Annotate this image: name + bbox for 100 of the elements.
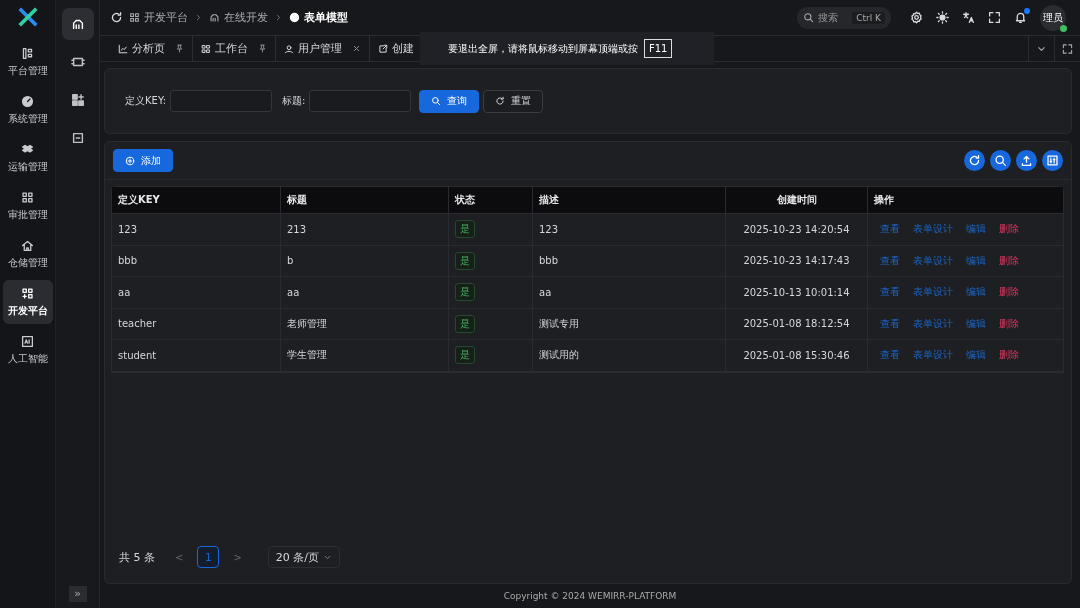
search-button[interactable] (990, 150, 1011, 171)
tab[interactable]: 分析页 (110, 36, 193, 61)
avatar[interactable]: 理员 (1040, 4, 1066, 31)
add-button[interactable]: 添加 (113, 149, 173, 172)
table-cell: 2025-10-23 14:17:43 (726, 245, 868, 276)
upload-icon (1020, 154, 1033, 167)
status-tag: 是 (455, 220, 475, 239)
columns-button[interactable] (1042, 150, 1063, 171)
chevron-right-icon (274, 13, 283, 22)
settings-icon[interactable] (910, 11, 923, 24)
action-link[interactable]: 编辑 (966, 253, 986, 268)
action-link[interactable]: 删除 (999, 348, 1019, 363)
search-icon (803, 12, 815, 23)
sidebar-item[interactable]: 系统管理 (2, 88, 53, 132)
action-link[interactable]: 删除 (999, 253, 1019, 268)
search-input[interactable]: 搜索 (818, 12, 849, 23)
action-link[interactable]: 表单设计 (913, 253, 953, 268)
action-link[interactable]: 表单设计 (913, 348, 953, 363)
grid-icon (129, 12, 140, 23)
reset-button[interactable]: 重置 (483, 89, 544, 113)
status-tag: 是 (455, 283, 475, 302)
search-icon (431, 96, 442, 106)
close-icon[interactable] (352, 44, 361, 53)
table-cell: bbb (533, 245, 726, 276)
chevron-right-icon (194, 13, 203, 22)
bell-icon[interactable] (1014, 11, 1027, 24)
upload-button[interactable] (1016, 150, 1037, 171)
refresh-icon[interactable] (110, 11, 123, 24)
table-cell: 测试专用 (533, 308, 726, 339)
action-link[interactable]: 删除 (999, 222, 1019, 237)
x-logo-icon (16, 6, 39, 28)
action-link[interactable]: 编辑 (966, 316, 986, 331)
status-tag: 是 (455, 251, 475, 270)
table-cell: 123 (112, 214, 281, 245)
sidebar-item[interactable]: 运输管理 (2, 136, 53, 180)
expand-button[interactable]: » (68, 586, 87, 602)
total-count: 共 5 条 (119, 549, 155, 565)
tab[interactable]: 工作台 (193, 36, 276, 61)
pin-icon[interactable] (175, 44, 184, 53)
search-field[interactable]: 搜索 Ctrl K (797, 6, 891, 29)
page-button[interactable]: 1 (197, 546, 220, 568)
house-icon (21, 238, 34, 252)
table-cell: aa (281, 277, 449, 308)
column-header: 标题 (281, 187, 449, 213)
action-link[interactable]: 查看 (880, 348, 900, 363)
table-cell: 213 (281, 214, 449, 245)
sidebar-item[interactable]: 仓储管理 (2, 232, 53, 276)
table-cell: 2025-10-13 10:01:14 (726, 277, 868, 308)
rail-button[interactable] (61, 8, 94, 40)
next-page-button[interactable]: > (229, 551, 246, 563)
page-size-select[interactable]: 20 条/页 (267, 546, 340, 568)
blob-icon (289, 12, 300, 23)
action-link[interactable]: 删除 (999, 285, 1019, 300)
copyright-text: Copyright © 2024 WEMIRR-PLATFORM (502, 590, 678, 603)
action-link[interactable]: 查看 (880, 253, 900, 268)
prev-page-button[interactable]: < (171, 551, 188, 563)
breadcrumb-link[interactable]: 表单模型 (289, 10, 348, 25)
refresh-icon (495, 96, 506, 106)
input-field[interactable] (309, 90, 412, 112)
table-cell: 2025-01-08 15:30:46 (726, 340, 868, 371)
translate-icon[interactable] (962, 11, 975, 24)
table-cell: 2025-10-23 14:20:54 (726, 214, 868, 245)
column-header: 操作 (873, 193, 895, 207)
action-link[interactable]: 查看 (880, 222, 900, 237)
status-tag: 是 (455, 314, 475, 333)
input-field[interactable] (170, 90, 273, 112)
export-icon (378, 43, 388, 54)
pin-icon[interactable] (258, 44, 267, 53)
action-link[interactable]: 删除 (999, 316, 1019, 331)
breadcrumb-link[interactable]: 开发平台 (129, 10, 188, 25)
action-link[interactable]: 表单设计 (913, 285, 953, 300)
table-cell: 测试用的 (533, 340, 726, 371)
action-link[interactable]: 查看 (880, 285, 900, 300)
frame-icon (70, 55, 85, 69)
field-label: 标题: (282, 94, 306, 108)
column-header: 状态 (449, 187, 533, 213)
breadcrumb-link[interactable]: 在线开发 (209, 10, 268, 25)
action-link[interactable]: 查看 (880, 316, 900, 331)
minus-square-icon (70, 131, 85, 145)
chart-icon (118, 43, 128, 54)
sidebar-item[interactable]: 开发平台 (2, 280, 53, 324)
sidebar-item[interactable]: 审批管理 (2, 184, 53, 228)
ai-icon (21, 334, 34, 348)
gauge-icon (21, 94, 34, 108)
grid-plus-icon (21, 286, 34, 300)
sidebar-item[interactable]: 人工智能 (2, 328, 53, 372)
search-button[interactable]: 查询 (419, 89, 480, 113)
action-link[interactable]: 编辑 (966, 285, 986, 300)
column-header: 描述 (533, 187, 726, 213)
sidebar-item[interactable]: 平台管理 (2, 40, 53, 84)
refresh-icon (968, 154, 981, 167)
action-link[interactable]: 编辑 (966, 348, 986, 363)
action-link[interactable]: 表单设计 (913, 316, 953, 331)
tab[interactable]: 用户管理 (276, 36, 370, 61)
refresh-button[interactable] (964, 150, 985, 171)
action-link[interactable]: 编辑 (966, 222, 986, 237)
plus-circle-icon (125, 155, 135, 166)
sun-icon[interactable] (936, 11, 949, 24)
search-icon (994, 154, 1007, 167)
action-link[interactable]: 表单设计 (913, 222, 953, 237)
